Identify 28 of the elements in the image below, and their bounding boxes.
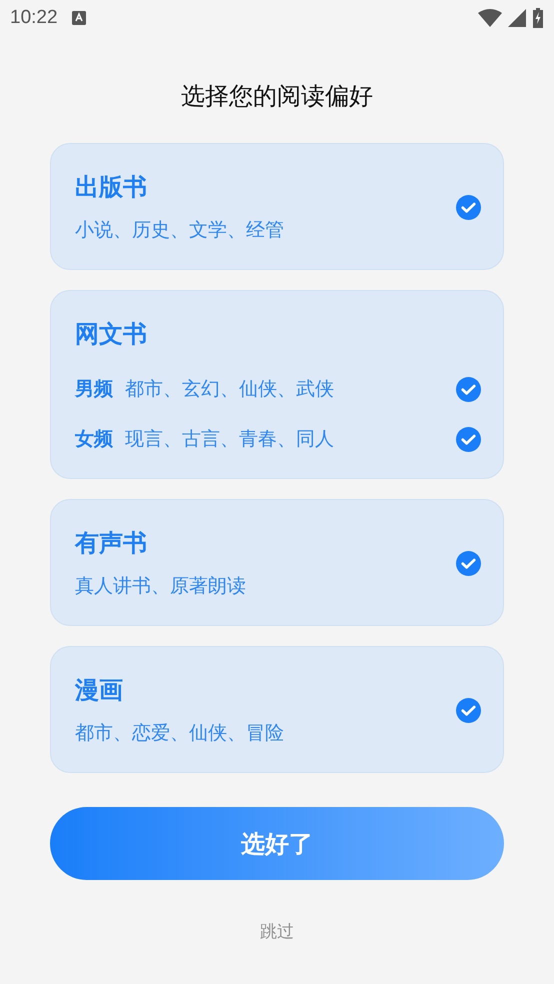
row-label: 女频 [75, 427, 113, 452]
card-title: 出版书 [75, 172, 148, 203]
checkmark-icon[interactable] [456, 426, 481, 452]
card-title: 网文书 [75, 319, 148, 350]
checkmark-icon[interactable] [456, 376, 481, 402]
card-description: 真人讲书、原著朗读 [75, 574, 247, 599]
wifi-icon [478, 9, 502, 27]
row-description: 都市、玄幻、仙侠、武侠 [125, 377, 334, 402]
card-title: 有声书 [75, 528, 148, 559]
category-card[interactable]: 出版书 小说、历史、文学、经管 [50, 143, 504, 270]
skip-link[interactable]: 跳过 [260, 920, 294, 943]
confirm-button[interactable]: 选好了 [50, 807, 504, 880]
card-description: 都市、恋爱、仙侠、冒险 [75, 721, 285, 746]
signal-icon [508, 9, 526, 27]
checkmark-icon[interactable] [456, 194, 481, 220]
row-description: 现言、古言、青春、同人 [125, 427, 334, 452]
card-description: 小说、历史、文学、经管 [75, 218, 285, 243]
category-card[interactable]: 有声书 真人讲书、原著朗读 [50, 499, 504, 626]
battery-icon [532, 8, 544, 28]
category-card[interactable]: 网文书 男频 都市、玄幻、仙侠、武侠 女频 现言、古言、青春、同人 [50, 290, 504, 479]
checkmark-icon[interactable] [456, 550, 481, 576]
category-card[interactable]: 漫画 都市、恋爱、仙侠、冒险 [50, 646, 504, 773]
row-label: 男频 [75, 377, 113, 402]
checkmark-icon[interactable] [456, 698, 481, 722]
keyboard-indicator-icon [72, 11, 86, 25]
page-title: 选择您的阅读偏好 [180, 81, 374, 112]
status-time: 10:22 [10, 7, 58, 29]
card-title: 漫画 [75, 675, 124, 706]
